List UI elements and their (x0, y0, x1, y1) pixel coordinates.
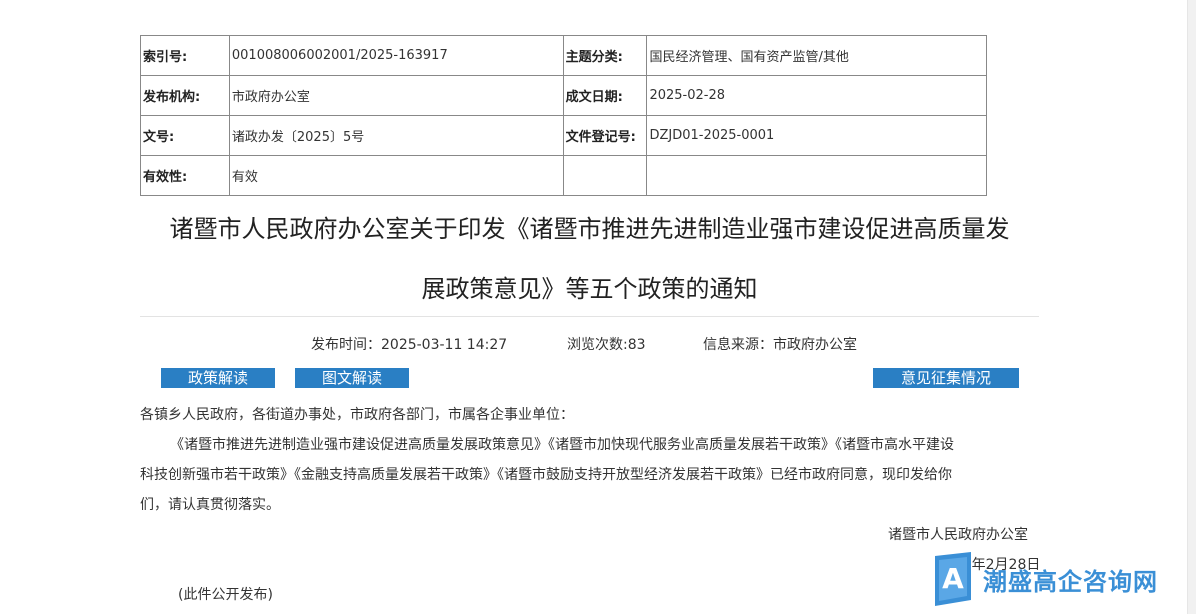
watermark-text: 潮盛高企咨询网 (983, 567, 1158, 596)
body-paragraph-line-3: 们，请认真贯彻落实。 (140, 497, 280, 513)
index-value: 001008006002001/2025-163917 (228, 35, 564, 76)
metadata-row: 有效性: 有效 (140, 155, 987, 196)
watermark-logo-letter: A (942, 562, 964, 595)
publication-note: (此件公开发布) (178, 587, 273, 603)
watermark-logo-icon: A (935, 552, 971, 606)
title-divider (140, 316, 1039, 317)
view-count: 浏览次数:83 (567, 337, 646, 353)
validity-label: 有效性: (140, 155, 230, 196)
empty-cell (562, 155, 648, 196)
page-title-line-2: 展政策意见》等五个政策的通知 (421, 275, 758, 303)
topic-value: 国民经济管理、国有资产监管/其他 (646, 35, 987, 76)
metadata-row: 文号: 诸政办发〔2025〕5号 文件登记号: DZJD01-2025-0001 (140, 115, 987, 156)
metadata-row: 索引号: 001008006002001/2025-163917 主题分类: 国… (140, 35, 987, 76)
docno-label: 文号: (140, 115, 230, 156)
feedback-button[interactable]: 意见征集情况 (873, 368, 1019, 388)
validity-value: 有效 (228, 155, 564, 196)
metadata-row: 发布机构: 市政府办公室 成文日期: 2025-02-28 (140, 75, 987, 116)
index-label: 索引号: (140, 35, 230, 76)
date-value: 2025-02-28 (646, 75, 987, 116)
policy-interpretation-button[interactable]: 政策解读 (161, 368, 275, 388)
scrollbar[interactable] (1187, 0, 1196, 614)
site-watermark: A 潮盛高企咨询网 (931, 548, 1161, 610)
info-source: 信息来源：市政府办公室 (703, 337, 857, 353)
body-paragraph-line-1: 《诸暨市推进先进制造业强市建设促进高质量发展政策意见》《诸暨市加快现代服务业高质… (170, 437, 954, 453)
docno-value: 诸政办发〔2025〕5号 (228, 115, 564, 156)
regno-label: 文件登记号: (562, 115, 648, 156)
publisher-value: 市政府办公室 (228, 75, 564, 116)
publish-time: 发布时间：2025-03-11 14:27 (311, 337, 508, 353)
topic-label: 主题分类: (562, 35, 648, 76)
publisher-label: 发布机构: (140, 75, 230, 116)
body-paragraph-line-2: 科技创新强市若干政策》《金融支持高质量发展若干政策》《诸暨市鼓励支持开放型经济发… (140, 467, 952, 483)
regno-value: DZJD01-2025-0001 (646, 115, 987, 156)
graphic-interpretation-button[interactable]: 图文解读 (295, 368, 409, 388)
document-metadata-table: 索引号: 001008006002001/2025-163917 主题分类: 国… (140, 35, 987, 196)
date-label: 成文日期: (562, 75, 648, 116)
salutation: 各镇乡人民政府，各街道办事处，市政府各部门，市属各企事业单位： (140, 407, 574, 423)
empty-cell (646, 155, 987, 196)
signature: 诸暨市人民政府办公室 (888, 527, 1028, 543)
page-title-line-1: 诸暨市人民政府办公室关于印发《诸暨市推进先进制造业强市建设促进高质量发 (169, 215, 1010, 243)
